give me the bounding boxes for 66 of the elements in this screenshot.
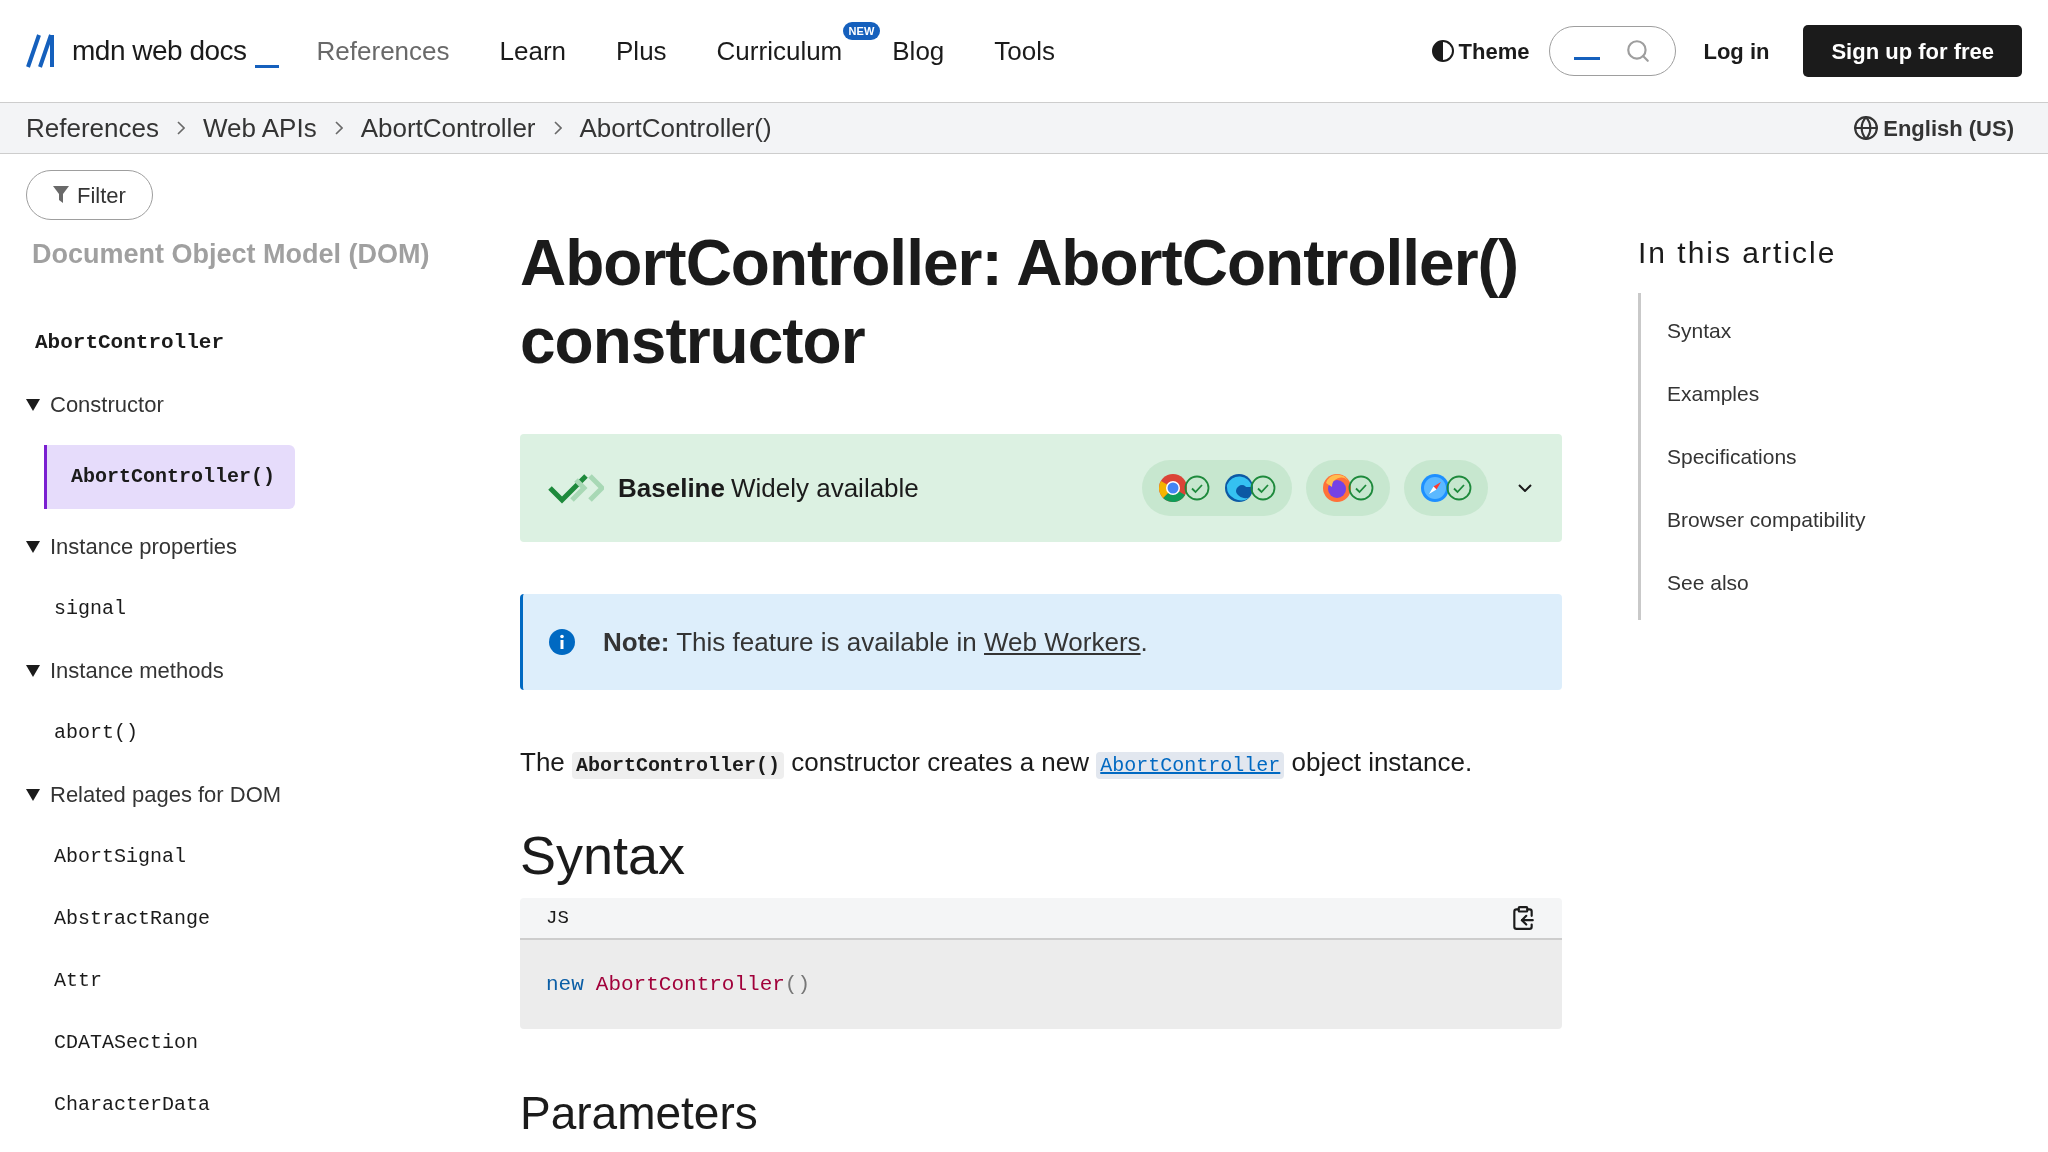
copy-icon[interactable] (1510, 905, 1536, 931)
sidebar-group-label[interactable]: Related pages for DOM (50, 778, 282, 811)
nav-link[interactable]: Plus (616, 35, 667, 66)
sidebar-link[interactable]: Attr (54, 958, 102, 1003)
breadcrumb-link[interactable]: Web APIs (202, 108, 317, 148)
search-field[interactable] (1549, 26, 1677, 76)
parameters-heading: Parameters (520, 1086, 759, 1141)
baseline-status-text: Widely available (730, 471, 919, 505)
filter-button[interactable]: Filter (26, 170, 153, 220)
new-badge: NEW (842, 21, 881, 40)
cursor-icon (254, 65, 279, 68)
nav-link[interactable]: Curriculum (716, 35, 843, 66)
sidebar-link[interactable]: CharacterData (54, 1082, 211, 1127)
code-language: JS (546, 905, 569, 931)
cursor-icon (1574, 56, 1601, 60)
nav-link[interactable]: Learn (499, 35, 566, 66)
sidebar-group-label[interactable]: Instance properties (50, 530, 238, 563)
sidebar-link[interactable]: AbortSignal (54, 834, 187, 879)
toc-link[interactable]: See also (1667, 551, 1866, 614)
baseline-status: Baseline (618, 471, 725, 505)
nav-link[interactable]: Blog (892, 35, 945, 66)
browser-icon (1420, 473, 1450, 503)
code-line: new AbortController() (546, 971, 811, 998)
login-link[interactable]: Log in (1703, 34, 1770, 68)
breadcrumb-link[interactable]: AbortController() (579, 108, 772, 148)
sidebar-link[interactable]: AbortController() (44, 444, 296, 509)
toc-link[interactable]: Syntax (1667, 299, 1866, 362)
theme-button[interactable]: Theme (1430, 34, 1530, 68)
signup-button[interactable]: Sign up for free (1803, 25, 2022, 77)
baseline-check-icon (546, 471, 604, 505)
contrast-icon (1430, 39, 1455, 63)
abortcontroller-link[interactable]: AbortController (1096, 752, 1285, 779)
search-icon (1625, 38, 1652, 64)
sidebar-link[interactable]: signal (54, 586, 126, 631)
nav-link[interactable]: Tools (994, 35, 1056, 66)
toc-link[interactable]: Specifications (1667, 425, 1866, 488)
chevron-icon (334, 121, 343, 135)
sidebar-link[interactable]: CDATASection (54, 1020, 199, 1065)
filter-icon (53, 186, 70, 204)
sidebar-section-title: Document Object Model (DOM) (32, 238, 431, 271)
page-title: AbortController: AbortController() constructor (520, 226, 1520, 379)
logo-text[interactable]: mdn web docs (72, 30, 247, 72)
sidebar-group-label[interactable]: Instance methods (50, 654, 224, 687)
toc-title: In this article (1638, 235, 1838, 271)
browser-icon (1224, 473, 1254, 503)
web-workers-link[interactable]: Web Workers (984, 626, 1141, 657)
chevron-down-icon (1518, 484, 1532, 492)
sidebar-group-label[interactable]: Constructor (50, 388, 164, 421)
sidebar-link[interactable]: AbstractRange (54, 896, 211, 941)
note-text: Note: This feature is available in Web Workers. (603, 625, 1148, 659)
browser-icon (1158, 473, 1188, 503)
nav-link[interactable]: References (316, 35, 450, 66)
language-button[interactable]: English (US) (1853, 111, 2014, 145)
breadcrumb-link[interactable]: References (26, 108, 159, 148)
chevron-icon (553, 121, 562, 135)
browser-icon (1322, 473, 1352, 503)
sidebar-heading-link[interactable]: AbortController (35, 320, 460, 365)
syntax-heading: Syntax (520, 824, 687, 887)
breadcrumb-link[interactable]: AbortController (360, 108, 536, 148)
toc-link[interactable]: Browser compatibility (1667, 488, 1866, 551)
chevron-icon (176, 121, 185, 135)
sidebar-link[interactable]: abort() (54, 710, 138, 755)
intro-paragraph: The AbortController() constructor creates a new AbortController object instance. (520, 746, 1474, 781)
globe-icon (1853, 115, 1880, 141)
toc-link[interactable]: Examples (1667, 362, 1866, 425)
info-icon (549, 629, 575, 655)
